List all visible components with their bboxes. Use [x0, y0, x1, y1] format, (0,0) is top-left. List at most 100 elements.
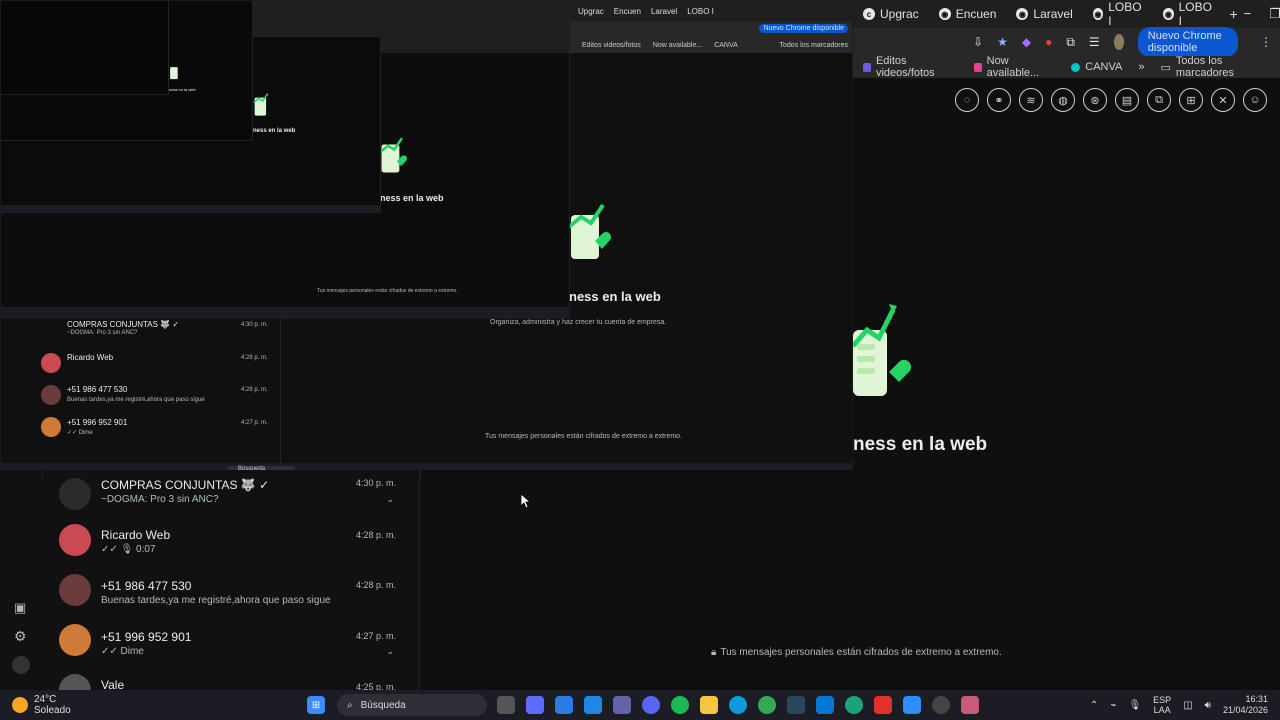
calculator-icon[interactable] — [961, 696, 979, 714]
labels-icon[interactable]: ⧉ — [1147, 88, 1171, 112]
chevron-up-icon[interactable]: ⌃ — [1090, 700, 1098, 711]
chat-item[interactable]: Vale 4:25 p. m. — [53, 674, 410, 690]
weather-widget[interactable]: 24°C Soleado — [0, 694, 300, 716]
settings-gear-icon[interactable]: ⚙ — [14, 628, 27, 645]
discord-icon[interactable] — [642, 696, 660, 714]
channels-icon[interactable]: ⚭ — [987, 88, 1011, 112]
extension-icon[interactable]: ● — [1045, 35, 1052, 49]
chat-time: 4:28 p. m. — [355, 580, 396, 590]
file-explorer-icon[interactable] — [700, 696, 718, 714]
bookmark-item[interactable]: CANVA — [1071, 61, 1122, 73]
chat-item[interactable]: Ricardo Web ✓✓ 🎙 0:07 4:28 p. m. — [53, 524, 410, 574]
chat-last-message: ✓✓ Dime — [101, 646, 144, 657]
chat-last-message: ✓✓ 🎙 0:07 — [101, 544, 156, 555]
tab-label: Laravel — [1033, 7, 1073, 21]
steam-icon[interactable] — [787, 696, 805, 714]
maximize-button[interactable]: ❐ — [1269, 6, 1280, 22]
extensions-puzzle-icon[interactable]: ⧉ — [1066, 35, 1075, 50]
tab-label: Upgrac — [880, 7, 919, 21]
chat-name: COMPRAS CONJUNTAS 🐺 ✓ — [67, 320, 180, 329]
browser-icon[interactable] — [845, 696, 863, 714]
profile-avatar-icon[interactable] — [1113, 34, 1124, 50]
copilot-icon[interactable] — [526, 696, 544, 714]
media-icon[interactable]: ▣ — [14, 600, 26, 616]
chat-time: 4:27 p. m. — [355, 631, 396, 641]
store-icon[interactable] — [555, 696, 573, 714]
task-view-icon[interactable] — [497, 696, 515, 714]
nested-all-bookmarks: Todos los marcadores — [779, 41, 848, 49]
chat-time: 4:28 p. m. — [241, 355, 268, 361]
extension-icon[interactable]: ◆ — [1022, 35, 1031, 49]
bookmarks-overflow-icon[interactable]: » — [1138, 61, 1144, 73]
chevron-down-icon[interactable]: ⌄ — [386, 494, 394, 505]
profile-wolf-icon[interactable] — [12, 656, 30, 674]
spotify-icon[interactable] — [671, 696, 689, 714]
chevron-down-icon[interactable]: ⌄ — [386, 646, 394, 657]
profile-icon[interactable]: ☺ — [1243, 88, 1267, 112]
apps-grid-icon[interactable]: ⊞ — [1179, 88, 1203, 112]
search-placeholder: Búsqueda — [360, 699, 406, 711]
encrypted-text-level-1: Tus mensajes personales están cifrados d… — [485, 433, 683, 440]
browser-tab[interactable]: ◉ LOBO I — [1153, 0, 1223, 28]
new-chrome-available-button[interactable]: Nuevo Chrome disponible — [1137, 27, 1238, 57]
tools-icon[interactable]: ✕ — [1211, 88, 1235, 112]
teams-icon[interactable] — [613, 696, 631, 714]
anydesk-icon[interactable] — [874, 696, 892, 714]
bookmark-icon — [1071, 62, 1081, 72]
search-icon: ⌕ — [347, 699, 353, 711]
language-indicator[interactable]: ESP LAA — [1153, 695, 1171, 715]
chat-name: +51 996 952 901 — [67, 418, 128, 427]
microphone-icon[interactable]: 🎙︎ — [1128, 700, 1141, 711]
nested-tab: Upgrac — [578, 6, 604, 16]
bookmarks-bar: Editos videos/fotos Now available... CAN… — [853, 55, 1280, 79]
tab-favicon-icon: ◉ — [1092, 8, 1104, 20]
chat-message: ✓✓ Dime — [67, 430, 93, 436]
browser-tab[interactable]: ◉ Laravel — [1006, 0, 1082, 28]
status-icon[interactable]: ◌ — [955, 88, 979, 112]
chat-item[interactable]: +51 996 952 901 ✓✓ Dime 4:27 p. m. ⌄ — [53, 624, 410, 674]
mail-icon[interactable] — [584, 696, 602, 714]
azure-icon[interactable] — [816, 696, 834, 714]
search-box[interactable]: ⌕ Búsqueda — [337, 694, 487, 716]
browser-tab[interactable]: ◉ LOBO I — [1083, 0, 1153, 28]
bookmark-item[interactable]: Editos videos/fotos — [863, 55, 958, 79]
new-tab-button[interactable]: + — [1223, 6, 1243, 22]
network-icon[interactable]: ⌁ — [1110, 700, 1116, 711]
edge-icon[interactable] — [729, 696, 747, 714]
windows-taskbar: 24°C Soleado ⊞ ⌕ Búsqueda ⌃ ⌁ 🎙︎ ESP LAA — [0, 690, 1280, 720]
zoom-icon[interactable] — [903, 696, 921, 714]
chat-item[interactable]: +51 986 477 530 Buenas tardes,ya me regi… — [53, 574, 410, 624]
weather-temp: 24°C — [34, 694, 57, 705]
volume-icon[interactable]: 🔊︎ — [1205, 700, 1211, 711]
bookmark-icon — [863, 62, 871, 72]
more-menu-icon[interactable]: ⋮ — [1260, 35, 1272, 49]
browser-tab[interactable]: c Upgrac — [853, 0, 929, 28]
chat-name: +51 996 952 901 — [101, 630, 192, 644]
chat-name: Ricardo Web — [67, 353, 114, 362]
bookmark-label: Editos videos/fotos — [875, 55, 935, 79]
taskbar-apps — [497, 696, 979, 714]
clock[interactable]: 16:31 21/04/2026 — [1223, 694, 1268, 716]
bookmark-item[interactable]: Now available... — [973, 55, 1056, 79]
wifi-icon[interactable]: ◫ — [1183, 700, 1192, 711]
chat-message: ~DOGMA: Pro 3 sin ANC? — [67, 330, 138, 336]
install-app-icon[interactable]: ⇩ — [973, 35, 983, 49]
sun-icon — [12, 697, 28, 713]
avatar — [59, 524, 91, 556]
all-bookmarks-button[interactable]: ▭ Todos los marcadores — [1160, 55, 1270, 79]
broadcast-icon[interactable]: ◍ — [1051, 88, 1075, 112]
browser-tab[interactable]: ◉ Encuen — [929, 0, 1007, 28]
layers-icon[interactable]: ≋ — [1019, 88, 1043, 112]
reading-list-icon[interactable]: ☰ — [1089, 35, 1100, 49]
conversation-placeholder: 🔒︎ Tus mensajes personales están cifrado… — [421, 470, 1280, 690]
chatgpt-icon[interactable] — [932, 696, 950, 714]
chrome-icon[interactable] — [758, 696, 776, 714]
windows-start-icon[interactable]: ⊞ — [307, 696, 325, 714]
catalog-icon[interactable]: ▤ — [1115, 88, 1139, 112]
bookmark-star-icon[interactable]: ★ — [997, 35, 1008, 49]
minimize-button[interactable]: − — [1244, 6, 1252, 22]
chat-item[interactable]: COMPRAS CONJUNTAS 🐺 ✓ ~DOGMA: Pro 3 sin … — [53, 476, 410, 526]
avatar — [59, 478, 91, 510]
communities-icon[interactable]: ⊛ — [1083, 88, 1107, 112]
chat-time: 4:27 p. m. — [241, 420, 268, 426]
